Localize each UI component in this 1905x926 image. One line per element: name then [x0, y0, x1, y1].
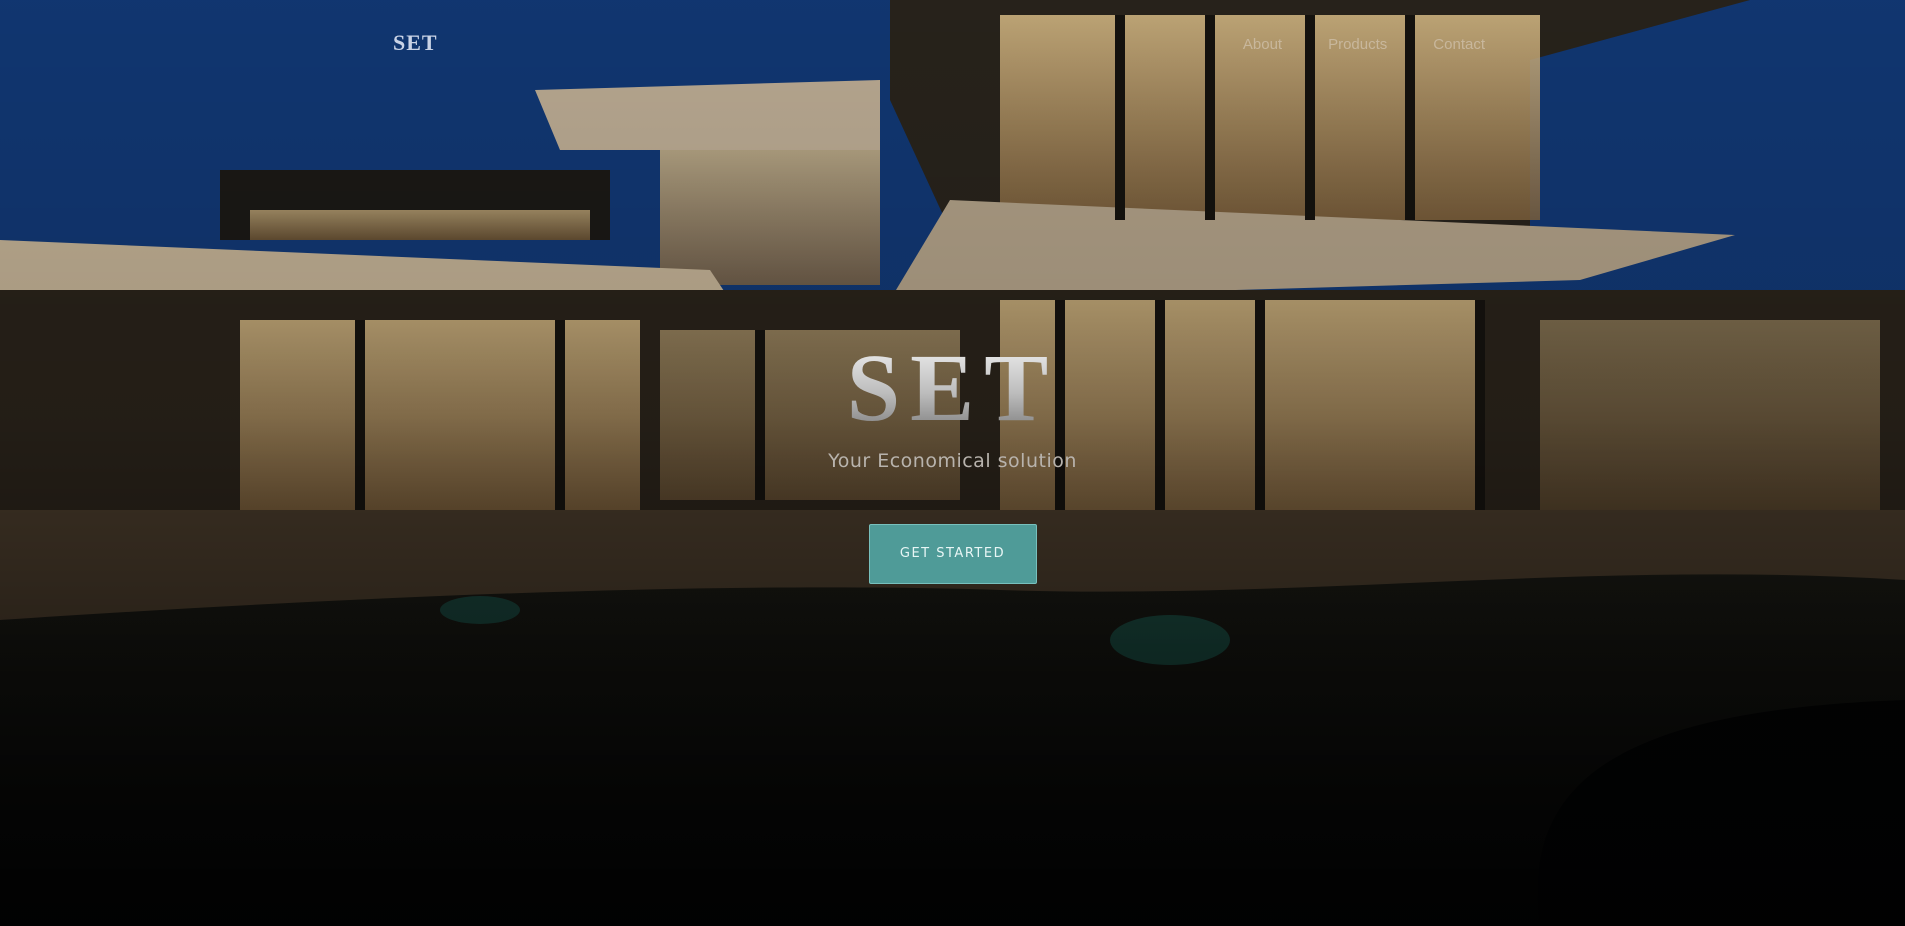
nav-link-about[interactable]: About	[1243, 36, 1282, 53]
hero-title: SET	[0, 340, 1905, 436]
hero-content: SET Your Economical solution GET STARTED	[0, 340, 1905, 584]
hero-section: SET About Products Contact SET Your Econ…	[0, 0, 1905, 926]
hero-subtitle: Your Economical solution	[828, 450, 1077, 472]
get-started-button[interactable]: GET STARTED	[868, 524, 1037, 584]
nav-link-contact[interactable]: Contact	[1433, 36, 1485, 53]
top-navbar: SET About Products Contact	[0, 0, 1905, 90]
nav-link-products[interactable]: Products	[1328, 36, 1387, 53]
brand-logo[interactable]: SET	[393, 30, 438, 56]
nav-links: About Products Contact	[1243, 36, 1485, 53]
